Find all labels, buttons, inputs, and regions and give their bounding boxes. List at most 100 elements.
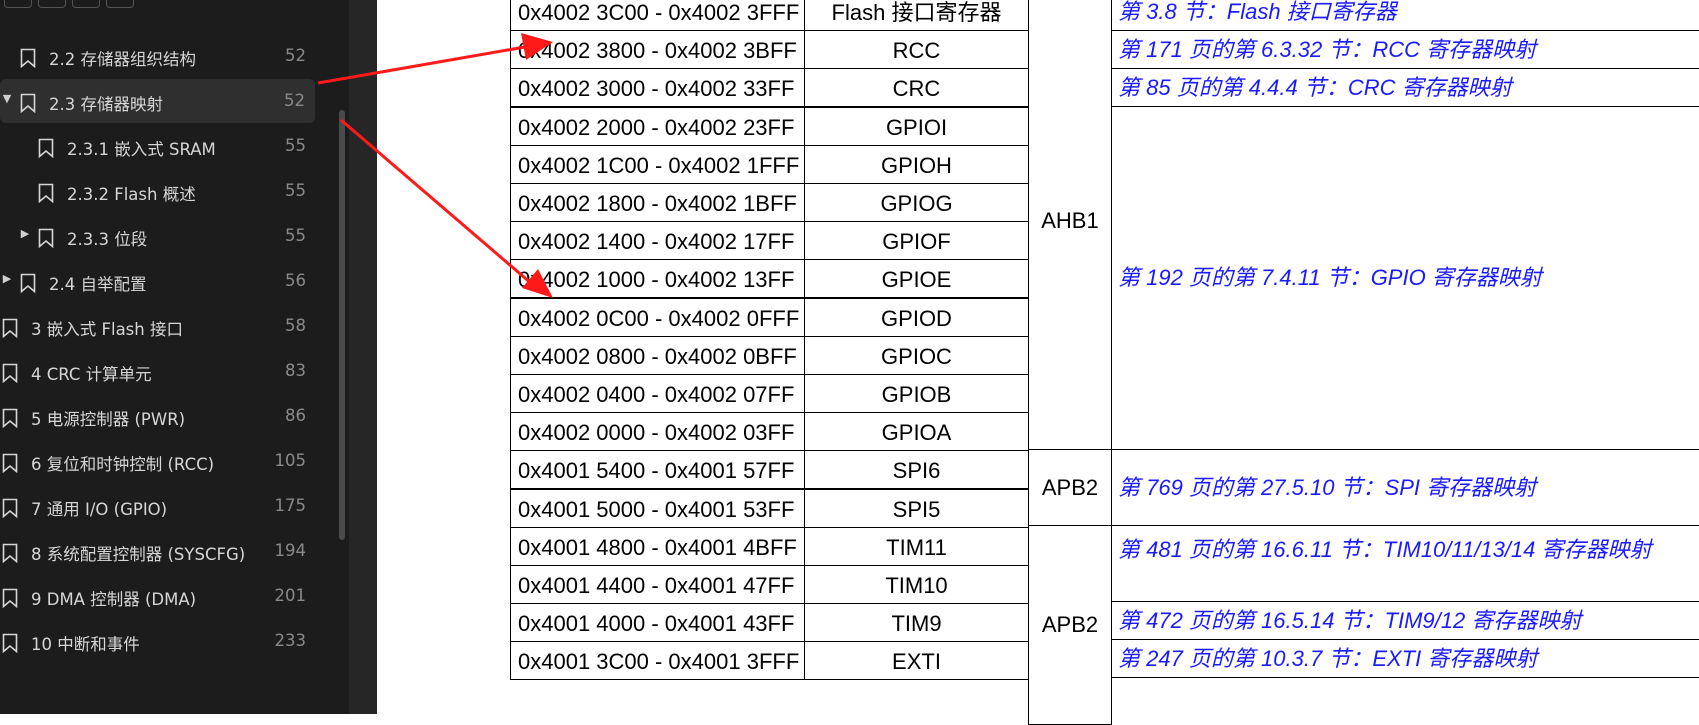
outline-sidebar: 2.2 存储器组织结构 52 ▼ 2.3 存储器映射 52 2.3.1 嵌入式 SRAM 5… (0, 0, 349, 714)
caret-down-icon[interactable]: ▼ (2, 92, 12, 105)
bus-cell-apb2-tim: APB2 (1028, 525, 1112, 725)
peripheral-cell: GPIOA (804, 412, 1029, 452)
caret-right-icon[interactable]: ▶ (2, 272, 12, 285)
ref-link-rcc[interactable]: 第 171 页的第 6.3.32 节：RCC 寄存器映射 (1111, 30, 1699, 69)
peripheral-cell: SPI5 (804, 488, 1029, 528)
outline-item[interactable]: 5 电源控制器 (PWR) 86 (0, 394, 316, 438)
outline-item-label: 2.3.2 Flash 概述 (67, 185, 196, 204)
panel-gutter (349, 0, 377, 714)
bookmark-icon (2, 588, 18, 608)
outline-item[interactable]: ▶ 2.3.3 位段 55 (0, 214, 316, 258)
peripheral-cell: GPIOC (804, 335, 1029, 375)
ref-link-tim10[interactable]: 第 481 页的第 16.6.11 节：TIM10/11/13/14 寄存器映射 (1111, 525, 1699, 602)
ref-link-spi[interactable]: 第 769 页的第 27.5.10 节：SPI 寄存器映射 (1111, 449, 1699, 526)
outline-item-page: 58 (285, 316, 306, 335)
ref-link-flash[interactable]: 第 3.8 节：Flash 接口寄存器 (1111, 0, 1699, 31)
document-page: 0x4002 3C00 - 0x4002 3FFF Flash 接口寄存器 0x40… (377, 0, 1699, 725)
outline-item-label: 8 系统配置控制器 (SYSCFG) (31, 545, 246, 564)
bookmark-icon (2, 318, 18, 338)
outline-item[interactable]: ▶ 2.4 自举配置 56 (0, 259, 316, 303)
address-range-cell: 0x4001 5400 - 0x4001 57FF (510, 450, 805, 490)
bus-cell-apb2-spi: APB2 (1028, 449, 1112, 526)
peripheral-cell: GPIOD (804, 297, 1029, 337)
peripheral-cell: EXTI (804, 641, 1029, 681)
ref-link-exti[interactable]: 第 247 页的第 10.3.7 节：EXTI 寄存器映射 (1111, 639, 1699, 678)
address-range-cell: 0x4002 3C00 - 0x4002 3FFF (510, 0, 805, 31)
outline-item-label: 7 通用 I/O (GPIO) (31, 500, 168, 519)
peripheral-cell: GPIOG (804, 183, 1029, 222)
bookmark-icon (20, 273, 36, 293)
toolbar-button-4[interactable] (106, 0, 134, 8)
bookmark-icon (38, 138, 54, 158)
outline-item-label: 9 DMA 控制器 (DMA) (31, 590, 197, 609)
bookmark-icon (2, 543, 18, 563)
outline-item-page: 83 (285, 361, 306, 380)
outline-item[interactable]: 7 通用 I/O (GPIO) 175 (0, 484, 316, 528)
address-range-cell: 0x4002 0C00 - 0x4002 0FFF (510, 297, 805, 337)
bookmark-icon (2, 633, 18, 653)
peripheral-cell: GPIOB (804, 374, 1029, 413)
outline-item[interactable]: 9 DMA 控制器 (DMA) 201 (0, 574, 316, 618)
outline-item[interactable]: ▼ 2.3 存储器映射 52 (0, 79, 315, 123)
bus-cell-ahb1: AHB1 (1028, 0, 1112, 450)
bookmark-icon (38, 183, 54, 203)
address-range-cell: 0x4002 0400 - 0x4002 07FF (510, 374, 805, 413)
peripheral-cell: CRC (804, 68, 1029, 108)
address-range-cell: 0x4002 1400 - 0x4002 17FF (510, 221, 805, 261)
outline-item[interactable]: 10 中断和事件 233 (0, 619, 316, 663)
bookmark-icon (2, 498, 18, 518)
bookmark-icon (2, 408, 18, 428)
outline-item-label: 10 中断和事件 (31, 635, 140, 654)
bookmark-icon (20, 48, 36, 68)
address-range-cell: 0x4001 3C00 - 0x4001 3FFF (510, 641, 805, 681)
outline-item-page: 86 (285, 406, 306, 425)
peripheral-cell: TIM11 (804, 526, 1029, 566)
sidebar-scrollbar[interactable] (339, 110, 345, 540)
address-range-cell: 0x4001 4400 - 0x4001 47FF (510, 565, 805, 604)
outline-item[interactable]: 4 CRC 计算单元 83 (0, 349, 316, 393)
outline-item-page: 55 (285, 181, 306, 200)
toolbar-button-3[interactable] (72, 0, 100, 8)
peripheral-cell: SPI6 (804, 450, 1029, 490)
peripheral-cell: GPIOE (804, 259, 1029, 299)
peripheral-cell: Flash 接口寄存器 (804, 0, 1029, 31)
ref-link-gpio[interactable]: 第 192 页的第 7.4.11 节：GPIO 寄存器映射 (1111, 106, 1699, 450)
address-range-cell: 0x4002 0800 - 0x4002 0BFF (510, 335, 805, 375)
outline-item-label: 4 CRC 计算单元 (31, 365, 152, 384)
bookmark-icon (2, 363, 18, 383)
address-range-cell: 0x4002 1000 - 0x4002 13FF (510, 259, 805, 299)
outline-item[interactable]: 8 系统配置控制器 (SYSCFG) 194 (0, 529, 316, 573)
outline-item[interactable]: 2.2 存储器组织结构 52 (0, 34, 316, 78)
outline-item-page: 194 (274, 541, 307, 560)
ref-link-crc[interactable]: 第 85 页的第 4.4.4 节：CRC 寄存器映射 (1111, 68, 1699, 107)
address-range-cell: 0x4001 4800 - 0x4001 4BFF (510, 526, 805, 566)
outline-item-label: 3 嵌入式 Flash 接口 (31, 320, 183, 339)
outline-item-label: 5 电源控制器 (PWR) (31, 410, 186, 429)
outline-item-label: 6 复位和时钟控制 (RCC) (31, 455, 215, 474)
caret-right-icon[interactable]: ▶ (20, 227, 30, 240)
toolbar-button-1[interactable] (4, 0, 32, 8)
outline-item-label: 2.3 存储器映射 (49, 95, 163, 114)
outline-item-page: 105 (274, 451, 307, 470)
peripheral-cell: GPIOF (804, 221, 1029, 261)
address-range-cell: 0x4001 5000 - 0x4001 53FF (510, 488, 805, 528)
outline-item-label: 2.3.3 位段 (67, 230, 148, 249)
address-range-cell: 0x4002 1800 - 0x4002 1BFF (510, 183, 805, 222)
outline-item-page: 233 (274, 631, 307, 650)
bookmark-icon (20, 93, 36, 113)
outline-item[interactable]: 3 嵌入式 Flash 接口 58 (0, 304, 316, 348)
outline-item-page: 201 (274, 586, 307, 605)
peripheral-cell: TIM9 (804, 603, 1029, 643)
bookmark-icon (38, 228, 54, 248)
ref-link-tim9[interactable]: 第 472 页的第 16.5.14 节：TIM9/12 寄存器映射 (1111, 601, 1699, 640)
outline-item[interactable]: 2.3.2 Flash 概述 55 (0, 169, 316, 213)
outline-item-page: 175 (274, 496, 307, 515)
address-range-cell: 0x4002 0000 - 0x4002 03FF (510, 412, 805, 452)
outline-item[interactable]: 6 复位和时钟控制 (RCC) 105 (0, 439, 316, 483)
outline-item-page: 56 (285, 271, 306, 290)
toolbar-button-2[interactable] (38, 0, 66, 8)
address-range-cell: 0x4002 3000 - 0x4002 33FF (510, 68, 805, 108)
outline-item[interactable]: 2.3.1 嵌入式 SRAM 55 (0, 124, 316, 168)
address-range-cell: 0x4002 2000 - 0x4002 23FF (510, 106, 805, 146)
address-range-cell: 0x4002 1C00 - 0x4002 1FFF (510, 144, 805, 184)
